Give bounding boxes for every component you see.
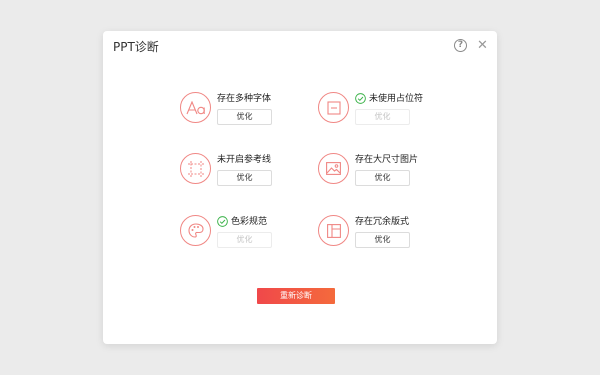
optimize-button: 优化 — [217, 232, 272, 248]
palette-icon — [180, 215, 211, 246]
diagnosis-item-color-standard: 色彩规范 优化 — [180, 215, 330, 255]
optimize-button[interactable]: 优化 — [217, 109, 272, 125]
diagnosis-item-label: 存在冗余版式 — [355, 217, 410, 227]
diagnosis-item-placeholder: 未使用占位符 优化 — [318, 92, 468, 132]
diagnosis-item-label: 存在多种字体 — [217, 94, 272, 104]
font-icon — [180, 92, 211, 123]
ppt-diagnosis-dialog: PPT诊断 ? ✕ 存在多种字体 优化 未使用占位符 优化 未开启参考线 优化 … — [103, 31, 497, 344]
diagnosis-item-label: 色彩规范 — [231, 217, 268, 227]
optimize-button[interactable]: 优化 — [217, 170, 272, 186]
diagnosis-item-label: 未开启参考线 — [217, 155, 272, 165]
optimize-button: 优化 — [355, 109, 410, 125]
optimize-button[interactable]: 优化 — [355, 232, 410, 248]
image-icon — [318, 153, 349, 184]
diagnosis-item-label: 未使用占位符 — [369, 94, 424, 104]
diagnosis-item-redundant-layouts: 存在冗余版式 优化 — [318, 215, 468, 255]
rediagnose-button[interactable]: 重新诊断 — [257, 288, 335, 304]
optimize-button[interactable]: 优化 — [355, 170, 410, 186]
diagnosis-item-large-images: 存在大尺寸图片 优化 — [318, 153, 468, 193]
guides-icon — [180, 153, 211, 184]
close-icon[interactable]: ✕ — [476, 39, 489, 52]
diagnosis-item-label: 存在大尺寸图片 — [355, 155, 419, 165]
check-circle-icon — [217, 216, 228, 227]
dialog-title: PPT诊断 — [113, 40, 159, 54]
layout-icon — [318, 215, 349, 246]
diagnosis-item-guides: 未开启参考线 优化 — [180, 153, 330, 193]
diagnosis-item-multiple-fonts: 存在多种字体 优化 — [180, 92, 330, 132]
placeholder-icon — [318, 92, 349, 123]
check-circle-icon — [355, 93, 366, 104]
help-icon[interactable]: ? — [454, 39, 467, 52]
